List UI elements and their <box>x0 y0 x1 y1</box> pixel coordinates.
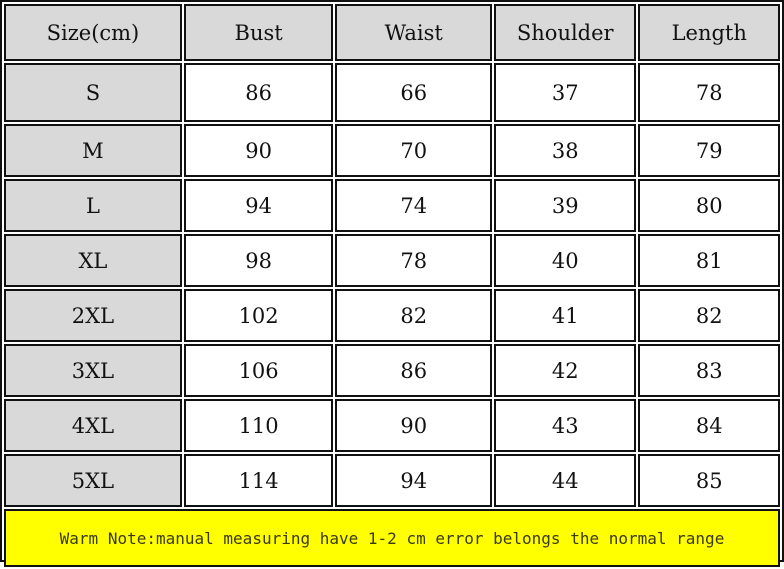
cell-size: XL <box>4 234 182 287</box>
cell-shoulder: 40 <box>494 234 637 287</box>
cell-bust: 106 <box>183 344 334 397</box>
table-row: 4XL 110 90 43 84 <box>4 399 780 452</box>
cell-length: 80 <box>638 179 780 232</box>
cell-length: 78 <box>638 63 780 122</box>
cell-size: L <box>4 179 182 232</box>
header-bust: Bust <box>183 4 334 61</box>
cell-waist: 94 <box>335 454 493 507</box>
cell-bust: 86 <box>183 63 334 122</box>
cell-waist: 82 <box>335 289 493 342</box>
table-row: M 90 70 38 79 <box>4 124 780 177</box>
cell-shoulder: 38 <box>494 124 637 177</box>
cell-length: 83 <box>638 344 780 397</box>
cell-waist: 90 <box>335 399 493 452</box>
cell-length: 85 <box>638 454 780 507</box>
cell-length: 84 <box>638 399 780 452</box>
cell-length: 79 <box>638 124 780 177</box>
cell-shoulder: 39 <box>494 179 637 232</box>
cell-size: 3XL <box>4 344 182 397</box>
cell-size: S <box>4 63 182 122</box>
cell-size: 4XL <box>4 399 182 452</box>
table-row: S 86 66 37 78 <box>4 63 780 122</box>
cell-bust: 102 <box>183 289 334 342</box>
size-chart: Size(cm) Bust Waist Shoulder Length S 86 6… <box>0 0 784 567</box>
cell-bust: 94 <box>183 179 334 232</box>
cell-size: 2XL <box>4 289 182 342</box>
cell-length: 82 <box>638 289 780 342</box>
cell-waist: 74 <box>335 179 493 232</box>
cell-waist: 70 <box>335 124 493 177</box>
cell-bust: 98 <box>183 234 334 287</box>
cell-shoulder: 37 <box>494 63 637 122</box>
cell-shoulder: 41 <box>494 289 637 342</box>
header-waist: Waist <box>335 4 493 61</box>
table-row: 5XL 114 94 44 85 <box>4 454 780 507</box>
header-length: Length <box>638 4 780 61</box>
cell-bust: 110 <box>183 399 334 452</box>
table-row: 2XL 102 82 41 82 <box>4 289 780 342</box>
cell-bust: 114 <box>183 454 334 507</box>
warm-note: Warm Note:manual measuring have 1-2 cm e… <box>4 509 780 567</box>
cell-waist: 86 <box>335 344 493 397</box>
table-row: 3XL 106 86 42 83 <box>4 344 780 397</box>
size-table: Size(cm) Bust Waist Shoulder Length S 86 6… <box>2 2 782 569</box>
cell-size: 5XL <box>4 454 182 507</box>
header-size: Size(cm) <box>4 4 182 61</box>
cell-length: 81 <box>638 234 780 287</box>
table-row: L 94 74 39 80 <box>4 179 780 232</box>
table-row: XL 98 78 40 81 <box>4 234 780 287</box>
header-row: Size(cm) Bust Waist Shoulder Length <box>4 4 780 61</box>
cell-shoulder: 42 <box>494 344 637 397</box>
cell-waist: 78 <box>335 234 493 287</box>
cell-size: M <box>4 124 182 177</box>
cell-waist: 66 <box>335 63 493 122</box>
cell-shoulder: 43 <box>494 399 637 452</box>
cell-bust: 90 <box>183 124 334 177</box>
cell-shoulder: 44 <box>494 454 637 507</box>
header-shoulder: Shoulder <box>494 4 637 61</box>
